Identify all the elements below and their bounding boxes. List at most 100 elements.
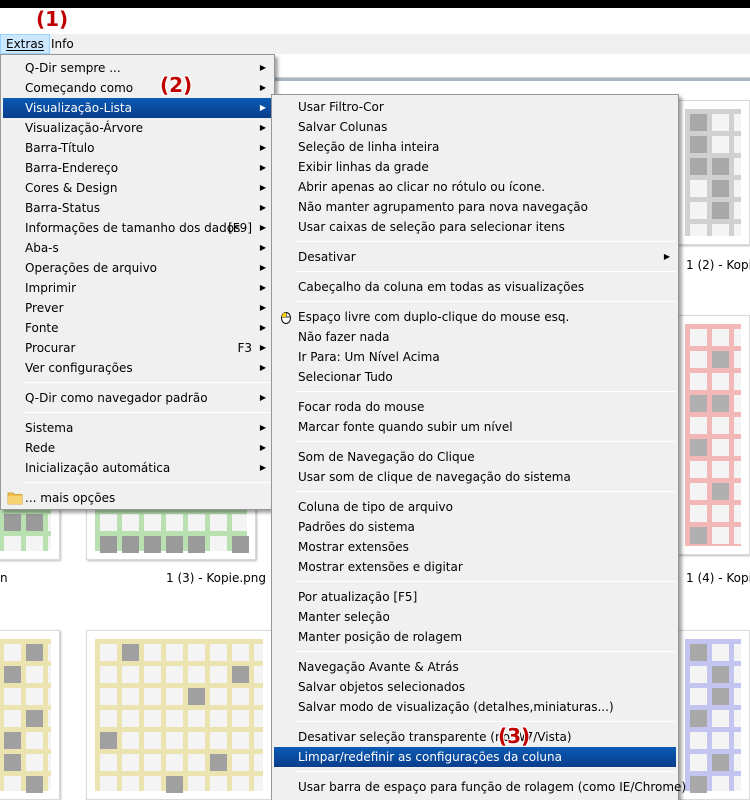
menu-item-visualizacao-lista[interactable]: Visualização-Lista ▶ bbox=[3, 98, 272, 118]
menu-item-label: Usar caixas de seleção para selecionar i… bbox=[298, 220, 565, 234]
menu-item-usar-som-de-clique-de-navegacao-do-sistema[interactable]: Usar som de clique de navegação do siste… bbox=[274, 467, 676, 487]
menu-item-barra-endereco[interactable]: Barra-Endereço ▶ bbox=[3, 158, 272, 178]
thumbnail-cell bbox=[4, 732, 21, 749]
thumbnail-cell bbox=[144, 536, 161, 553]
menu-item-desativar[interactable]: Desativar ▶ bbox=[274, 247, 676, 267]
submenu-arrow-icon: ▶ bbox=[259, 443, 266, 452]
menu-item-label: Salvar Colunas bbox=[298, 120, 388, 134]
thumbnail-cell bbox=[712, 351, 729, 368]
menu-item-cores-design[interactable]: Cores & Design ▶ bbox=[3, 178, 272, 198]
extras-menu: Q-Dir sempre ... ▶ Começando como ▶ Visualiz… bbox=[0, 54, 275, 510]
menu-item-procurar[interactable]: Procurar F3 ▶ bbox=[3, 338, 272, 358]
menu-item-usar-filtro-cor[interactable]: Usar Filtro-Cor bbox=[274, 97, 676, 117]
thumbnail-cell bbox=[4, 666, 21, 683]
menu-item-informacoes-de-tamanho-dos-dados[interactable]: Informações de tamanho dos dados [F9] ▶ bbox=[3, 218, 272, 238]
menu-item-label: Selecionar Tudo bbox=[298, 370, 393, 384]
menu-item-label: Visualização-Lista bbox=[25, 101, 132, 115]
menu-item-exibir-linhas-da-grade[interactable]: Exibir linhas da grade bbox=[274, 157, 676, 177]
submenu-arrow-icon: ▶ bbox=[259, 63, 266, 72]
menu-item-prever[interactable]: Prever ▶ bbox=[3, 298, 272, 318]
thumbnail-cell bbox=[100, 536, 117, 553]
submenu-arrow-icon: ▶ bbox=[663, 252, 670, 261]
menu-item-q-dir-como-navegador-padrao[interactable]: Q-Dir como navegador padrão ▶ bbox=[3, 388, 272, 408]
menu-item-inicializacao-automatica[interactable]: Inicialização automática ▶ bbox=[3, 458, 272, 478]
file-caption[interactable]: 1 (4) - Kopie bbox=[686, 571, 750, 585]
file-thumbnail[interactable] bbox=[676, 100, 750, 245]
menu-item-operacoes-de-arquivo[interactable]: Operações de arquivo ▶ bbox=[3, 258, 272, 278]
submenu-arrow-icon: ▶ bbox=[259, 103, 266, 112]
menu-item-barra-titulo[interactable]: Barra-Título ▶ bbox=[3, 138, 272, 158]
menu-item-selecao-de-linha-inteira[interactable]: Seleção de linha inteira bbox=[274, 137, 676, 157]
file-thumbnail[interactable] bbox=[676, 315, 750, 555]
thumbnail-cell bbox=[690, 439, 707, 456]
thumbnail-cell bbox=[712, 666, 729, 683]
menu-item-salvar-objetos-selecionados[interactable]: Salvar objetos selecionados bbox=[274, 677, 676, 697]
menu-item-label: Inicialização automática bbox=[25, 461, 171, 475]
menu-item-nao-manter-agrupamento-para-nova-navegacao[interactable]: Não manter agrupamento para nova navegaç… bbox=[274, 197, 676, 217]
menu-item-label: Não manter agrupamento para nova navegaç… bbox=[298, 200, 588, 214]
menu-item-visualizacao-arvore[interactable]: Visualização-Árvore ▶ bbox=[3, 118, 272, 138]
menu-extras-label: Extras bbox=[6, 37, 44, 51]
menu-item-focar-roda-do-mouse[interactable]: Focar roda do mouse bbox=[274, 397, 676, 417]
menu-item-marcar-fonte-quando-subir-um-nivel[interactable]: Marcar fonte quando subir um nível bbox=[274, 417, 676, 437]
submenu-arrow-icon: ▶ bbox=[259, 463, 266, 472]
file-caption[interactable]: 1 (3) - Kopie.png bbox=[166, 571, 266, 585]
menu-item-usar-caixas-de-selecao-para-selecionar-itens[interactable]: Usar caixas de seleção para selecionar i… bbox=[274, 217, 676, 237]
thumbnail-cell bbox=[188, 688, 205, 705]
file-caption[interactable]: 1 (2) - Kopie bbox=[686, 258, 750, 272]
menu-info[interactable]: Info bbox=[46, 34, 79, 54]
menu-item-label: Focar roda do mouse bbox=[298, 400, 425, 414]
menu-item-por-atualizacao-f5[interactable]: Por atualização [F5] bbox=[274, 587, 676, 607]
menu-item-imprimir[interactable]: Imprimir ▶ bbox=[3, 278, 272, 298]
menu-item-padroes-do-sistema[interactable]: Padrões do sistema bbox=[274, 517, 676, 537]
menu-item-abrir-apenas-ao-clicar-no-rotulo-ou-icone[interactable]: Abrir apenas ao clicar no rótulo ou ícon… bbox=[274, 177, 676, 197]
menu-info-label: Info bbox=[51, 37, 74, 51]
menu-item-desativar-selecao-transparente-no-w7-vista[interactable]: Desativar seleção transparente (no W7/Vi… bbox=[274, 727, 676, 747]
menu-item-cabecalho-da-coluna-em-todas-as-visualizacoes[interactable]: Cabeçalho da coluna em todas as visualiz… bbox=[274, 277, 676, 297]
menu-item-label: Barra-Título bbox=[25, 141, 95, 155]
menu-item-barra-status[interactable]: Barra-Status ▶ bbox=[3, 198, 272, 218]
thumbnail-cell bbox=[712, 754, 729, 771]
address-bar[interactable] bbox=[274, 58, 750, 78]
menu-item-navegacao-avante-atras[interactable]: Navegação Avante & Atrás bbox=[274, 657, 676, 677]
thumbnail-cell bbox=[712, 180, 729, 197]
menu-item-ver-configuracoes[interactable]: Ver configurações ▶ bbox=[3, 358, 272, 378]
menu-item-limpar-redefinir-as-configuracoes-da-coluna[interactable]: Limpar/redefinir as configurações da col… bbox=[274, 747, 676, 767]
menu-item-mais-opcoes[interactable]: ... mais opções bbox=[3, 488, 272, 508]
menu-item-label: ... mais opções bbox=[25, 491, 116, 505]
menu-bar: Extras Info bbox=[0, 34, 750, 54]
file-thumbnail[interactable] bbox=[0, 630, 60, 800]
thumbnail-cell bbox=[166, 536, 183, 553]
menu-item-rede[interactable]: Rede ▶ bbox=[3, 438, 272, 458]
marker-1: (1) bbox=[36, 7, 69, 31]
menu-item-label: Por atualização [F5] bbox=[298, 590, 418, 604]
menu-item-fonte[interactable]: Fonte ▶ bbox=[3, 318, 272, 338]
file-thumbnail[interactable] bbox=[676, 630, 750, 800]
menu-item-label: Visualização-Árvore bbox=[25, 121, 144, 135]
menu-item-sistema[interactable]: Sistema ▶ bbox=[3, 418, 272, 438]
menu-extras[interactable]: Extras bbox=[0, 34, 50, 54]
menu-item-nao-fazer-nada[interactable]: Não fazer nada bbox=[274, 327, 676, 347]
menu-separator bbox=[296, 271, 676, 272]
thumbnail-cell bbox=[232, 536, 249, 553]
menu-item-som-de-navegacao-do-clique[interactable]: Som de Navegação do Clique bbox=[274, 447, 676, 467]
menu-item-label: Limpar/redefinir as configurações da col… bbox=[298, 750, 562, 764]
menu-item-ir-para-um-nivel-acima[interactable]: Ir Para: Um Nível Acima bbox=[274, 347, 676, 367]
menu-item-manter-posicao-de-rolagem[interactable]: Manter posição de rolagem bbox=[274, 627, 676, 647]
menu-item-salvar-modo-de-visualizacao-detalhes-miniaturas[interactable]: Salvar modo de visualização (detalhes,mi… bbox=[274, 697, 676, 717]
menu-item-label: Usar barra de espaço para função de rola… bbox=[298, 780, 687, 794]
menu-item-mostrar-extensoes-e-digitar[interactable]: Mostrar extensões e digitar bbox=[274, 557, 676, 577]
menu-item-aba-s[interactable]: Aba-s ▶ bbox=[3, 238, 272, 258]
menu-item-manter-selecao[interactable]: Manter seleção bbox=[274, 607, 676, 627]
menu-item-selecionar-tudo[interactable]: Selecionar Tudo bbox=[274, 367, 676, 387]
submenu-arrow-icon: ▶ bbox=[259, 183, 266, 192]
menu-item-label: Usar Filtro-Cor bbox=[298, 100, 384, 114]
file-thumbnail[interactable] bbox=[86, 630, 272, 800]
menu-item-coluna-de-tipo-de-arquivo[interactable]: Coluna de tipo de arquivo bbox=[274, 497, 676, 517]
menu-item-mostrar-extensoes[interactable]: Mostrar extensões bbox=[274, 537, 676, 557]
menu-item-usar-barra-de-espaco-para-funcao-de-rolagem-como-ie-chrome[interactable]: Usar barra de espaço para função de rola… bbox=[274, 777, 686, 797]
menu-item-espaco-livre-com-duplo-clique-do-mouse-esq[interactable]: Espaço livre com duplo-clique do mouse e… bbox=[274, 307, 676, 327]
menu-item-salvar-colunas[interactable]: Salvar Colunas bbox=[274, 117, 676, 137]
menu-item-q-dir-sempre[interactable]: Q-Dir sempre ... ▶ bbox=[3, 58, 272, 78]
menu-item-comecando-como[interactable]: Começando como ▶ bbox=[3, 78, 272, 98]
